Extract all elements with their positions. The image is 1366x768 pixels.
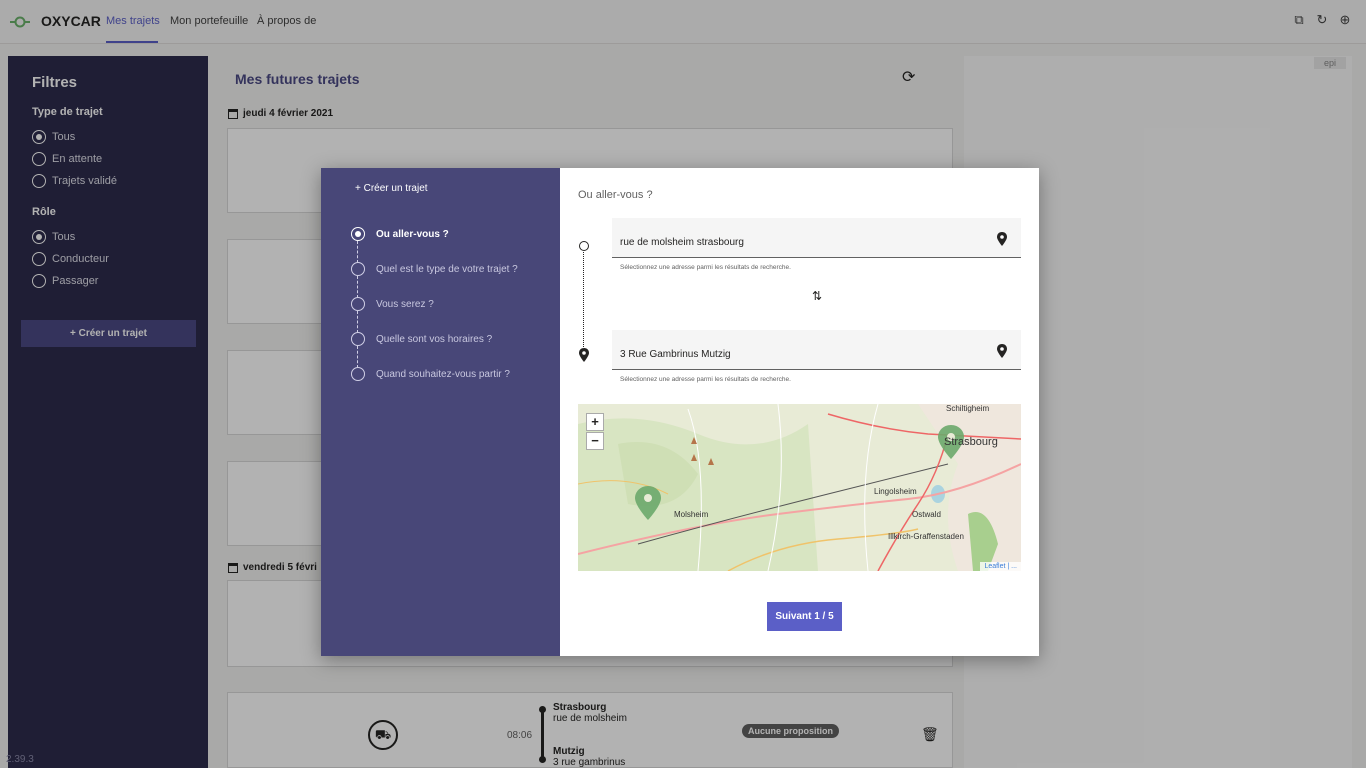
map-place-label: Lingolsheim — [874, 487, 917, 496]
step-connector — [357, 311, 358, 333]
steps-panel: + Créer un trajet Ou aller-vous ? Quel e… — [321, 168, 560, 656]
step-circle-icon — [351, 297, 365, 311]
map-place-label: Illkirch-Graffenstaden — [888, 532, 964, 541]
step-trip-type[interactable]: Quel est le type de votre trajet ? — [351, 262, 518, 276]
zoom-in-button[interactable]: + — [586, 413, 604, 431]
step-connector — [357, 276, 358, 298]
step-circle-icon — [351, 332, 365, 346]
route-map[interactable]: + − Schiltigheim Strasbourg Lingolsheim … — [578, 404, 1021, 571]
dialog-title: + Créer un trajet — [355, 183, 428, 194]
step-role[interactable]: Vous serez ? — [351, 297, 434, 311]
step-question: Ou aller-vous ? — [578, 189, 653, 201]
route-end-pin-icon — [579, 348, 589, 362]
step-circle-icon — [351, 262, 365, 276]
step-circle-icon — [351, 227, 365, 241]
create-trip-dialog: + Créer un trajet Ou aller-vous ? Quel e… — [321, 168, 1039, 656]
swap-icon[interactable]: ⇅ — [812, 289, 822, 303]
map-attribution[interactable]: Leaflet | ... — [980, 562, 1021, 571]
location-pin-icon[interactable] — [997, 232, 1007, 246]
map-tiles[interactable] — [578, 404, 1021, 571]
step-connector — [357, 346, 358, 368]
zoom-out-button[interactable]: − — [586, 432, 604, 450]
map-place-label: Schiltigheim — [946, 404, 990, 413]
to-address-field[interactable] — [612, 330, 1021, 370]
map-place-label: Molsheim — [674, 510, 709, 519]
to-address-input[interactable] — [620, 349, 980, 360]
from-address-field[interactable] — [612, 218, 1021, 258]
step-destination[interactable]: Ou aller-vous ? — [351, 227, 449, 241]
step-schedule[interactable]: Quelle sont vos horaires ? — [351, 332, 492, 346]
next-step-button[interactable]: Suivant 1 / 5 — [767, 602, 842, 631]
map-place-label: Strasbourg — [944, 436, 998, 448]
to-address-hint: Sélectionnez une adresse parmi les résul… — [620, 376, 791, 383]
route-connector — [583, 252, 584, 347]
from-address-input[interactable] — [620, 237, 980, 248]
step-circle-icon — [351, 367, 365, 381]
step-departure[interactable]: Quand souhaitez-vous partir ? — [351, 367, 510, 381]
from-address-hint: Sélectionnez une adresse parmi les résul… — [620, 264, 791, 271]
route-start-icon — [579, 241, 589, 251]
map-place-label: Ostwald — [912, 510, 941, 519]
location-pin-icon[interactable] — [997, 344, 1007, 358]
step-connector — [357, 241, 358, 263]
